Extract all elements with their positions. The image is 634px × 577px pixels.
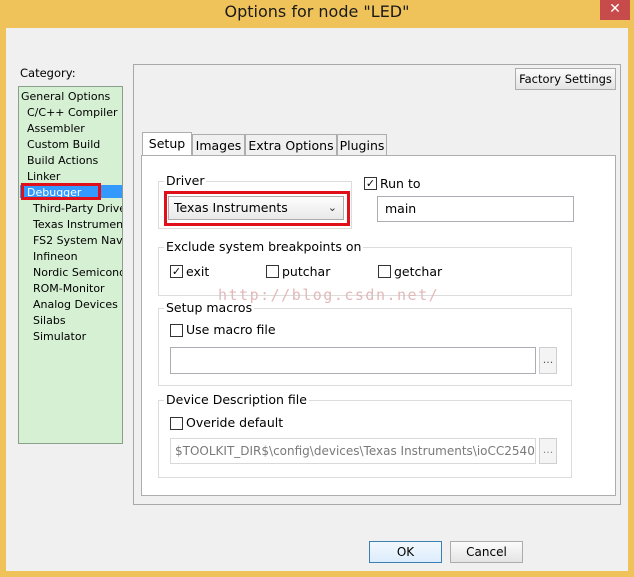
macro-file-input[interactable] bbox=[170, 347, 536, 374]
category-item-fs2-system-navigator[interactable]: FS2 System Navigator bbox=[33, 233, 122, 248]
driver-annotation-box bbox=[164, 191, 350, 226]
window-title: Options for node "LED" bbox=[224, 2, 410, 21]
category-item-linker[interactable]: Linker bbox=[27, 169, 60, 184]
breakpoints-group-label: Exclude system breakpoints on bbox=[164, 239, 364, 254]
override-default-checkbox[interactable] bbox=[170, 417, 183, 430]
category-item-build-actions[interactable]: Build Actions bbox=[27, 153, 98, 168]
close-icon: ✕ bbox=[609, 1, 621, 17]
check-icon: ✓ bbox=[365, 177, 376, 190]
cancel-button[interactable]: Cancel bbox=[450, 541, 523, 563]
override-default-label: Overide default bbox=[186, 415, 284, 430]
category-item-silabs[interactable]: Silabs bbox=[33, 313, 66, 328]
tab-extra-options[interactable]: Extra Options bbox=[245, 134, 337, 156]
device-description-browse-button[interactable]: ... bbox=[539, 438, 557, 464]
macro-browse-button[interactable]: ... bbox=[539, 347, 557, 374]
tab-plugins[interactable]: Plugins bbox=[337, 134, 387, 156]
use-macro-file-label: Use macro file bbox=[186, 322, 276, 337]
device-description-path-input[interactable]: $TOOLKIT_DIR$\config\devices\Texas Instr… bbox=[170, 438, 536, 464]
title-bar[interactable]: Options for node "LED" ✕ bbox=[0, 0, 634, 26]
exit-label: exit bbox=[186, 264, 210, 279]
driver-group-label: Driver bbox=[164, 173, 207, 188]
category-item-custom-build[interactable]: Custom Build bbox=[27, 137, 100, 152]
category-item-analog-devices[interactable]: Analog Devices bbox=[33, 297, 118, 312]
run-to-checkbox[interactable]: ✓ bbox=[364, 177, 377, 190]
close-button[interactable]: ✕ bbox=[600, 0, 630, 20]
run-to-input[interactable]: main bbox=[377, 196, 574, 222]
category-list[interactable]: General Options C/C++ Compiler Assembler… bbox=[18, 86, 123, 444]
category-item-assembler[interactable]: Assembler bbox=[27, 121, 85, 136]
category-item-c-cpp-compiler[interactable]: C/C++ Compiler bbox=[27, 105, 118, 120]
exit-checkbox[interactable]: ✓ bbox=[170, 265, 183, 278]
getchar-checkbox[interactable] bbox=[378, 265, 391, 278]
category-item-texas-instruments[interactable]: Texas Instruments bbox=[33, 217, 122, 232]
category-item-nordic-semiconductor[interactable]: Nordic Semiconductor bbox=[33, 265, 122, 280]
category-item-simulator[interactable]: Simulator bbox=[33, 329, 86, 344]
debugger-annotation-box bbox=[21, 183, 101, 200]
category-label: Category: bbox=[20, 66, 76, 80]
use-macro-file-checkbox[interactable] bbox=[170, 324, 183, 337]
category-item-infineon[interactable]: Infineon bbox=[33, 249, 78, 264]
ok-button[interactable]: OK bbox=[369, 541, 442, 563]
putchar-label: putchar bbox=[282, 264, 331, 279]
watermark-text: http://blog.csdn.net/ bbox=[218, 286, 440, 304]
getchar-label: getchar bbox=[394, 264, 443, 279]
check-icon: ✓ bbox=[171, 265, 182, 278]
tab-setup[interactable]: Setup bbox=[142, 132, 192, 156]
dialog-window: Options for node "LED" ✕ Category: Gener… bbox=[0, 0, 634, 577]
putchar-checkbox[interactable] bbox=[266, 265, 279, 278]
category-item-third-party-driver[interactable]: Third-Party Driver bbox=[33, 201, 122, 216]
category-item-rom-monitor[interactable]: ROM-Monitor bbox=[33, 281, 105, 296]
category-item-general-options[interactable]: General Options bbox=[21, 89, 110, 104]
tab-images[interactable]: Images bbox=[192, 134, 245, 156]
run-to-label: Run to bbox=[380, 176, 421, 191]
factory-settings-button[interactable]: Factory Settings bbox=[515, 68, 616, 90]
device-description-group-label: Device Description file bbox=[164, 392, 309, 407]
